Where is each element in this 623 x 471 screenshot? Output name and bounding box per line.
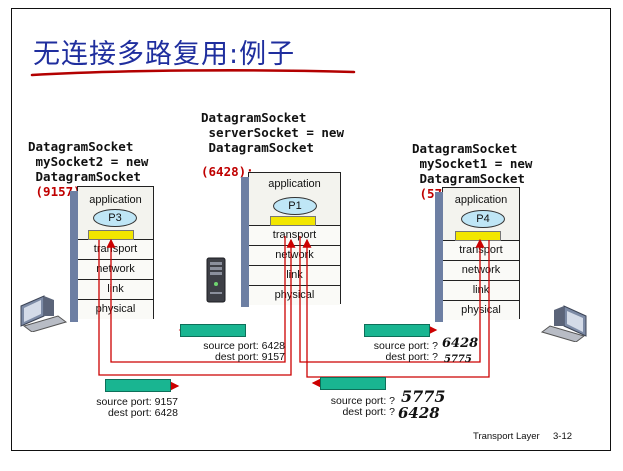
handwritten-6428-bottom: 6428 — [398, 404, 440, 422]
segment-server-to-left-ports: source port: 6428 dest port: 9157 — [178, 341, 285, 363]
segment-right-to-server-ports: source port: ? dest port: ? — [315, 396, 395, 418]
segment-left-to-server — [105, 379, 171, 392]
segment-server-to-left-dest: dest port: 9157 — [214, 351, 285, 363]
handwritten-6428-top: 6428 — [442, 336, 479, 351]
segment-left-to-server-ports: source port: 9157 dest port: 6428 — [80, 397, 178, 419]
slide-page-number: 3-12 — [553, 431, 573, 442]
segment-server-to-right — [364, 324, 430, 337]
segment-left-to-server-dest: dest port: 6428 — [107, 407, 178, 419]
handwritten-5775-bottom: 5775 — [401, 387, 446, 406]
segment-server-to-right-dest: dest port: ? — [385, 351, 438, 363]
segment-right-to-server — [320, 377, 386, 390]
slide-footer: Transport Layer — [473, 431, 540, 442]
segment-right-to-server-dest: dest port: ? — [342, 406, 395, 418]
segment-server-to-left — [180, 324, 246, 337]
handwritten-5775-top: 5775 — [444, 354, 472, 365]
segment-server-to-right-ports: source port: ? dest port: ? — [358, 341, 438, 363]
slide: { "slide": { "title": "无连接多路复用:例子", "foo… — [0, 0, 623, 471]
